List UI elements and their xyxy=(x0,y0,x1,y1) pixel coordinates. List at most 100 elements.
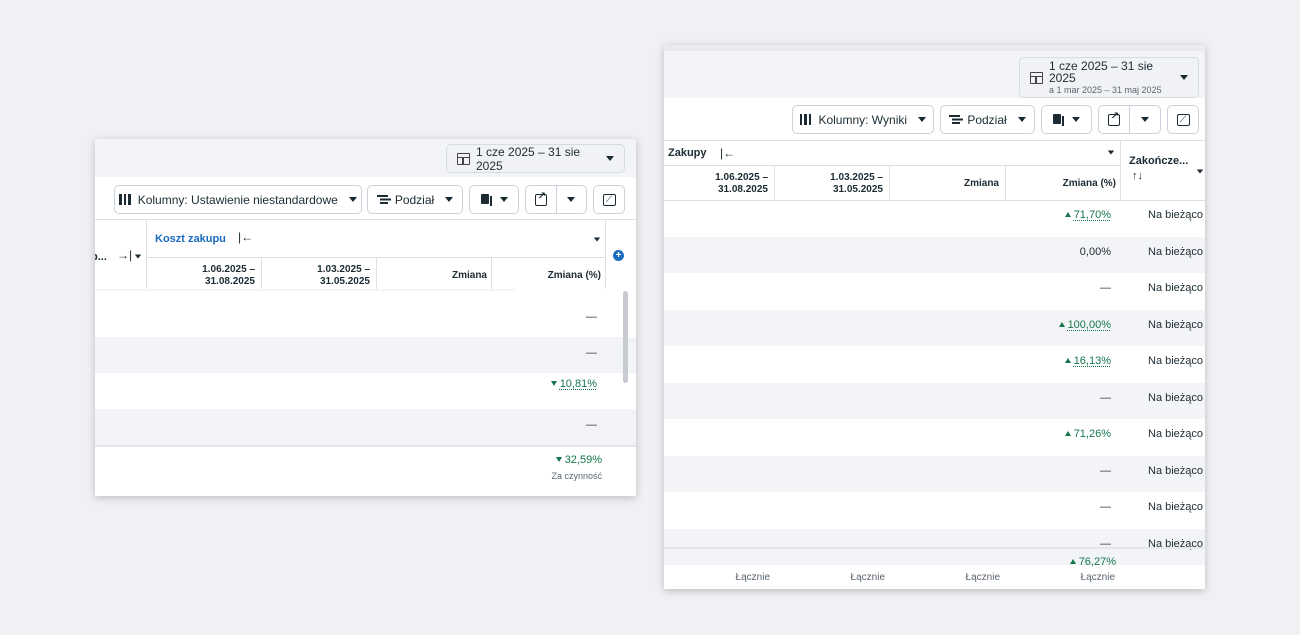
column-group-header[interactable]: Zakupy xyxy=(668,147,707,159)
trend-chart-icon: ⟋ xyxy=(602,193,616,206)
header-period-2[interactable]: 1.03.2025 –31.05.2025 xyxy=(791,172,883,196)
header-period-1[interactable]: 1.06.2025 –31.08.2025 xyxy=(165,264,255,288)
export-icon xyxy=(1107,111,1120,126)
table-row: 71,70% Na bieżąco xyxy=(664,200,1205,237)
change-pct-cell: 16,13% xyxy=(1064,355,1111,367)
trend-up-icon xyxy=(1058,321,1065,327)
change-pct-cell: — xyxy=(1100,501,1111,513)
table-row: 10,81% xyxy=(95,373,636,409)
reports-button[interactable] xyxy=(1041,105,1092,134)
date-range-label: 1 cze 2025 – 31 sie 2025 xyxy=(476,144,581,173)
ending-status-cell: Na bieżąco xyxy=(1148,464,1204,477)
trend-up-icon xyxy=(1064,212,1071,217)
export-menu-button[interactable] xyxy=(557,186,587,213)
vertical-scrollbar[interactable] xyxy=(623,291,628,383)
columns-label: Kolumny: Ustawienie niestandardowe xyxy=(137,192,338,207)
calendar-icon xyxy=(1030,71,1043,84)
sort-icon[interactable]: ↑↓ xyxy=(1132,170,1143,182)
ending-status-cell: Na bieżąco xyxy=(1148,318,1204,331)
date-range-picker[interactable]: 1 cze 2025 – 31 sie 2025 a 1 mar 2025 – … xyxy=(1019,57,1199,98)
add-column-icon[interactable]: + xyxy=(613,250,624,261)
date-range-picker[interactable]: 1 cze 2025 – 31 sie 2025 xyxy=(446,144,625,173)
header-change[interactable]: Zmiana xyxy=(395,270,487,282)
chevron-down-icon xyxy=(1072,117,1080,122)
table-row: 0,00% Na bieżąco xyxy=(664,236,1205,273)
header-change[interactable]: Zmiana xyxy=(906,178,999,190)
table-row: — xyxy=(95,301,636,337)
chart-view-button[interactable]: ⟋ xyxy=(593,185,625,214)
table-row: — xyxy=(95,409,636,445)
collapse-column-icon[interactable]: |← xyxy=(238,230,253,244)
change-pct-cell: 71,26% xyxy=(1064,428,1111,440)
collapse-column-icon[interactable]: |← xyxy=(720,146,735,160)
chevron-down-icon xyxy=(567,197,576,202)
ending-status-cell: Na bieżąco xyxy=(1148,501,1204,513)
trend-up-icon xyxy=(1069,559,1076,564)
chart-view-button[interactable]: ⟋ xyxy=(1167,105,1199,134)
ending-status-cell: Na bieżąco xyxy=(1148,282,1204,294)
report-panel-left: 1 cze 2025 – 31 sie 2025 Kolumny: Ustawi… xyxy=(95,139,636,496)
chevron-down-icon xyxy=(918,117,927,122)
chevron-down-icon xyxy=(499,197,508,202)
ending-status-cell: Na bieżąco xyxy=(1148,355,1204,367)
chevron-down-icon[interactable] xyxy=(134,254,142,259)
header-change-pct[interactable]: Zmiana (%) xyxy=(1020,178,1116,190)
export-button[interactable] xyxy=(526,186,557,213)
ending-status-cell: Na bieżąco xyxy=(1148,245,1204,258)
export-button[interactable] xyxy=(1099,106,1130,133)
table-row: 100,00% Na bieżąco xyxy=(664,309,1205,346)
trend-chart-icon: ⟋ xyxy=(1176,113,1190,126)
compare-range-label: a 1 mar 2025 – 31 maj 2025 xyxy=(1049,84,1162,95)
header-change-pct[interactable]: Zmiana (%) xyxy=(505,270,601,282)
change-pct-cell: — xyxy=(586,419,597,431)
change-pct-cell: 100,00% xyxy=(1058,319,1111,331)
change-pct-cell: — xyxy=(1100,391,1111,404)
columns-button[interactable]: Kolumny: Ustawienie niestandardowe xyxy=(114,185,362,214)
table-row: — xyxy=(95,337,636,373)
expand-column-icon[interactable]: →| xyxy=(117,248,132,262)
date-range-label: 1 cze 2025 – 31 sie 2025 xyxy=(1049,58,1154,85)
total-change-pct: 76,27% xyxy=(1069,556,1116,568)
breakdown-icon xyxy=(376,194,388,205)
column-group-header[interactable]: Koszt zakupu xyxy=(155,233,226,245)
total-label: Łącznie xyxy=(850,572,885,583)
calendar-icon xyxy=(457,152,470,165)
change-pct-cell: 71,70% xyxy=(1064,209,1111,221)
breakdown-icon xyxy=(949,114,961,125)
export-menu-button[interactable] xyxy=(1130,106,1160,133)
reports-button[interactable] xyxy=(469,185,519,214)
total-label: Łącznie xyxy=(1080,572,1115,583)
breakdown-button[interactable]: Podział xyxy=(367,185,463,214)
total-label: Za czynność xyxy=(551,471,602,481)
table-row: — Na bieżąco xyxy=(664,273,1205,310)
ending-column-header[interactable]: Zakończe... xyxy=(1129,155,1188,167)
columns-button[interactable]: Kolumny: Wyniki xyxy=(792,105,934,134)
chevron-down-icon xyxy=(1180,75,1188,80)
chevron-down-icon[interactable] xyxy=(1107,150,1115,155)
trend-up-icon xyxy=(1064,358,1071,363)
change-pct-cell: 0,00% xyxy=(1079,245,1111,258)
chevron-down-icon xyxy=(1017,117,1026,122)
trend-down-icon xyxy=(555,457,562,462)
change-pct-cell: 10,81% xyxy=(550,378,597,390)
ending-status-cell: Na bieżąco xyxy=(1148,209,1204,221)
table-row: — Na bieżąco xyxy=(664,492,1205,529)
chevron-down-icon[interactable] xyxy=(1196,169,1204,174)
table-row: 16,13% Na bieżąco xyxy=(664,346,1205,383)
chevron-down-icon xyxy=(606,156,614,161)
table-row: — Na bieżąco xyxy=(664,382,1205,419)
columns-icon xyxy=(799,114,812,125)
export-button-group xyxy=(1098,105,1161,134)
header-period-2[interactable]: 1.03.2025 –31.05.2025 xyxy=(280,264,370,288)
breakdown-button[interactable]: Podział xyxy=(940,105,1035,134)
export-icon xyxy=(534,191,547,206)
report-panel-right: 1 cze 2025 – 31 sie 2025 a 1 mar 2025 – … xyxy=(664,45,1205,589)
chevron-down-icon xyxy=(348,197,357,202)
chevron-down-icon[interactable] xyxy=(593,237,601,242)
truncated-column-header[interactable]: p... xyxy=(95,251,107,263)
change-pct-cell: — xyxy=(586,311,597,323)
change-pct-cell: — xyxy=(1100,464,1111,477)
breakdown-label: Podział xyxy=(394,192,435,207)
header-period-1[interactable]: 1.06.2025 –31.08.2025 xyxy=(676,172,768,196)
ending-status-cell: Na bieżąco xyxy=(1148,391,1204,404)
